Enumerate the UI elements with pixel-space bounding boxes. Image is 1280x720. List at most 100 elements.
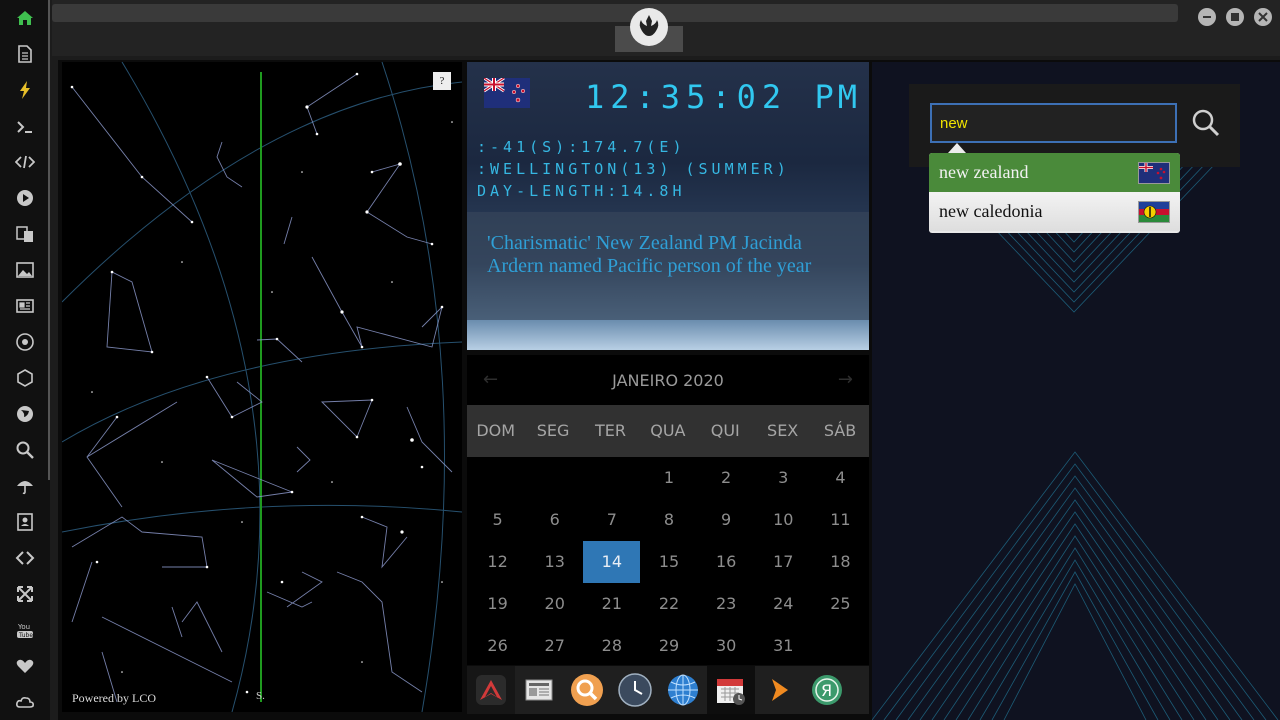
search-icon [1192,109,1220,137]
calendar-day-3[interactable]: 3 [755,457,812,499]
contact-icon[interactable] [13,510,37,534]
svg-text:Я: Я [821,681,832,700]
calendar-day-12[interactable]: 12 [469,541,526,583]
calendar-day-6[interactable]: 6 [526,499,583,541]
calendar-day-20[interactable]: 20 [526,583,583,625]
youtube-icon[interactable]: You Tube [13,618,37,642]
app-dock: Я [467,666,869,714]
calendar-day-23[interactable]: 23 [698,583,755,625]
code-icon[interactable] [13,150,37,174]
calendar-day-16[interactable]: 16 [698,541,755,583]
heart-icon[interactable] [13,654,37,678]
calendar-day-13[interactable]: 13 [526,541,583,583]
calendar-empty-cell [469,457,526,499]
sidebar-scrollbar[interactable] [48,0,50,480]
calendar-day-30[interactable]: 30 [698,625,755,667]
cloud-icon[interactable] [13,690,37,714]
calendar-day-26[interactable]: 26 [469,625,526,667]
calendar-day-10[interactable]: 10 [755,499,812,541]
star-map[interactable]: ? Powered by LCO S. [62,62,462,712]
calendar-day-7[interactable]: 7 [583,499,640,541]
weekday-label: TER [594,421,626,440]
play-app-icon[interactable] [755,666,803,714]
calendar-day-25[interactable]: 25 [812,583,869,625]
clock-icon[interactable] [611,666,659,714]
calendar-day-19[interactable]: 19 [469,583,526,625]
calendar-day-24[interactable]: 24 [755,583,812,625]
calendar-day-4[interactable]: 4 [812,457,869,499]
news-icon[interactable] [515,666,563,714]
calendar-empty-cell [526,457,583,499]
suggestion-new-zealand[interactable]: new zealand [929,153,1180,192]
suggestion-label: new zealand [939,162,1029,182]
lightning-icon[interactable] [13,78,37,102]
calendar-week-row: 12 13 14 15 16 17 18 [469,541,869,583]
calendar-day-15[interactable]: 15 [640,541,697,583]
calendar-day-5[interactable]: 5 [469,499,526,541]
news-headline[interactable]: 'Charismatic' New Zealand PM Jacinda Ard… [487,232,857,278]
suggestion-label: new caledonia [939,201,1043,221]
calendar-week-row: 5 6 7 8 9 10 11 [469,499,869,541]
umbrella-icon[interactable] [13,474,37,498]
calendar-week-row: 26 27 28 29 30 31 [469,625,869,667]
image-icon[interactable] [13,258,37,282]
calendar-day-1[interactable]: 1 [640,457,697,499]
close-button[interactable] [1254,8,1272,26]
globe-app-icon[interactable] [659,666,707,714]
calendar-day-21[interactable]: 21 [583,583,640,625]
svg-text:Tube: Tube [18,632,33,639]
rebel-logo-icon [630,8,668,46]
calendar-month-label: JANEIRO 2020 [612,370,724,390]
calendar: ← JANEIRO 2020 → DOM SEG TER QUA QUI SEX… [467,355,869,665]
calendar-day-17[interactable]: 17 [755,541,812,583]
calendar-icon[interactable] [707,666,755,714]
suggestion-new-caledonia[interactable]: new caledonia [929,192,1180,231]
help-button[interactable]: ? [433,72,451,90]
document-icon[interactable] [13,42,37,66]
hexagon-icon[interactable] [13,366,37,390]
calendar-day-31[interactable]: 31 [755,625,812,667]
play-icon[interactable] [13,186,37,210]
news-banner[interactable]: 'Charismatic' New Zealand PM Jacinda Ard… [467,212,869,320]
airline-icon[interactable] [467,666,515,714]
translate-icon[interactable] [13,222,37,246]
calendar-grid: 1 2 3 4 5 6 7 8 9 10 11 12 13 14 15 16 17 18 19 20 21 22 23 24 2… [469,457,869,667]
expand-icon[interactable] [13,582,37,606]
new-zealand-flag-icon [484,78,530,108]
sidebar: You Tube [0,0,50,720]
home-icon[interactable] [13,6,37,30]
yandex-icon[interactable]: Я [803,666,851,714]
calendar-day-22[interactable]: 22 [640,583,697,625]
calendar-day-28[interactable]: 28 [583,625,640,667]
calendar-week-row: 19 20 21 22 23 24 25 [469,583,869,625]
search-app-icon[interactable] [563,666,611,714]
weekday-label: SEG [536,421,570,440]
coordinates-text: :-41(S):174.7(E) [477,138,686,156]
rebel-icon[interactable] [13,330,37,354]
address-bar[interactable] [52,4,1178,22]
calendar-day-14[interactable]: 14 [583,541,641,583]
calendar-empty-cell [812,625,869,667]
calendar-day-29[interactable]: 29 [640,625,697,667]
calendar-day-8[interactable]: 8 [640,499,697,541]
calendar-day-11[interactable]: 11 [812,499,869,541]
country-search-input[interactable] [930,103,1177,143]
globe-icon[interactable] [13,402,37,426]
search-button[interactable] [1190,106,1222,140]
calendar-day-18[interactable]: 18 [812,541,869,583]
newspaper-icon[interactable] [13,294,37,318]
terminal-icon[interactable] [13,115,37,139]
top-bar [52,0,1280,56]
calendar-day-2[interactable]: 2 [698,457,755,499]
search-icon[interactable] [13,438,37,462]
weekday-label: SÁB [823,421,857,440]
calendar-week-row: 1234 [469,457,869,499]
calendar-prev-button[interactable]: ← [483,369,498,390]
calendar-empty-cell [583,457,640,499]
calendar-day-27[interactable]: 27 [526,625,583,667]
minimize-button[interactable] [1198,8,1216,26]
maximize-button[interactable] [1226,8,1244,26]
calendar-day-9[interactable]: 9 [698,499,755,541]
calendar-next-button[interactable]: → [838,369,853,390]
link-icon[interactable] [13,546,37,570]
